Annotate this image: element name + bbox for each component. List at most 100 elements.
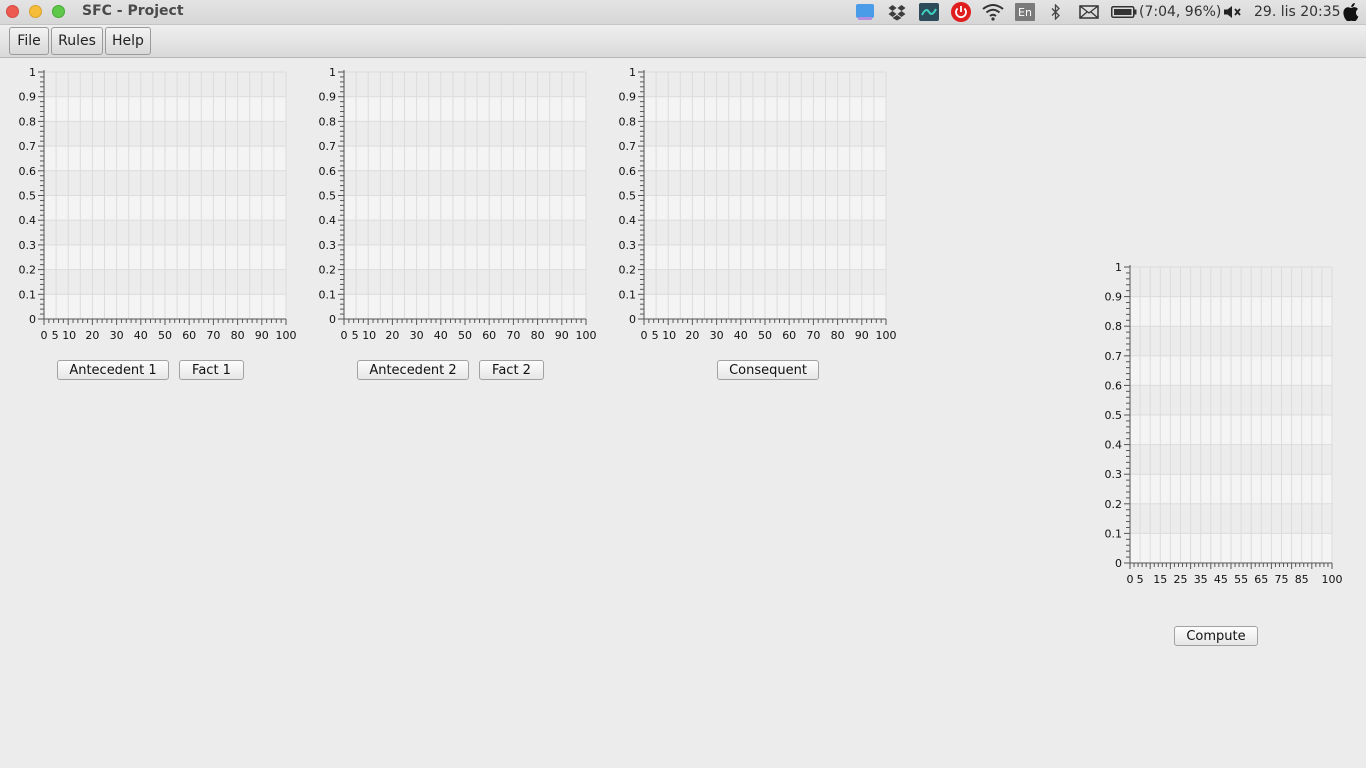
files-icon[interactable] (854, 0, 876, 24)
antecedent-1-button[interactable]: Antecedent 1 (57, 360, 169, 380)
window-title: SFC - Project (82, 3, 184, 19)
x-tick-label: 100 (1322, 573, 1343, 586)
power-icon[interactable] (950, 0, 972, 24)
x-tick-label: 50 (158, 329, 172, 342)
y-tick-label: 0.3 (619, 239, 637, 252)
apple-icon[interactable] (1342, 0, 1360, 24)
y-tick-label: 0.9 (319, 91, 337, 104)
battery-icon[interactable] (1111, 0, 1137, 24)
y-tick-label: 0.7 (319, 140, 337, 153)
y-tick-label: 0.8 (619, 115, 637, 128)
x-tick-label: 40 (134, 329, 148, 342)
x-tick-label: 35 (1194, 573, 1208, 586)
x-tick-label: 80 (531, 329, 545, 342)
consequent-chart: 00.10.20.30.40.50.60.70.80.910 5 10 20 30 40 5… (619, 66, 897, 342)
menu-rules[interactable]: Rules (51, 27, 103, 55)
x-tick-label: 40 (734, 329, 748, 342)
y-tick-label: 0 (1115, 557, 1122, 570)
x-tick-label: 5 (652, 329, 659, 342)
compute-button[interactable]: Compute (1174, 626, 1258, 646)
x-tick-label: 25 (1174, 573, 1188, 586)
x-tick-label: 30 (110, 329, 124, 342)
x-tick-label: 45 (1214, 573, 1228, 586)
minimize-window-button[interactable] (29, 5, 42, 18)
y-tick-label: 0.4 (19, 214, 37, 227)
y-tick-label: 0.4 (1105, 439, 1123, 452)
x-tick-label: 10 (362, 329, 376, 342)
x-tick-label: 90 (255, 329, 269, 342)
x-tick-label: 30 (710, 329, 724, 342)
fact-2-button[interactable]: Fact 2 (479, 360, 544, 380)
y-tick-label: 0.4 (619, 214, 637, 227)
y-tick-label: 0.3 (1105, 468, 1123, 481)
mail-icon[interactable] (1078, 0, 1100, 24)
volume-muted-icon[interactable] (1222, 0, 1244, 24)
x-tick-label: 65 (1254, 573, 1268, 586)
y-tick-label: 1 (629, 66, 636, 79)
y-tick-label: 0.8 (1105, 320, 1123, 333)
x-tick-label: 80 (231, 329, 245, 342)
x-tick-label: 60 (182, 329, 196, 342)
y-tick-label: 1 (329, 66, 336, 79)
menu-bar: File Rules Help (0, 25, 1366, 58)
menu-help[interactable]: Help (105, 27, 151, 55)
antecedent-2-button[interactable]: Antecedent 2 (357, 360, 469, 380)
y-tick-label: 0.1 (19, 288, 37, 301)
x-tick-label: 20 (85, 329, 99, 342)
y-tick-label: 0.1 (619, 288, 637, 301)
x-tick-label: 20 (385, 329, 399, 342)
bluetooth-icon[interactable] (1048, 0, 1064, 24)
y-tick-label: 0 (29, 313, 36, 326)
y-tick-label: 0.5 (319, 190, 337, 203)
x-tick-label: 75 (1275, 573, 1289, 586)
wifi-icon[interactable] (982, 0, 1004, 24)
y-tick-label: 0.5 (19, 190, 37, 203)
y-tick-label: 0.4 (319, 214, 337, 227)
y-tick-label: 0.9 (1105, 291, 1123, 304)
y-tick-label: 0.2 (319, 264, 337, 277)
result-chart: 00.10.20.30.40.50.60.70.80.910 5 15 25 35 45 5… (1105, 261, 1343, 586)
y-tick-label: 1 (1115, 261, 1122, 274)
title-bar: SFC - Project En (7:04, 96%) 29. lis 20:… (0, 0, 1366, 25)
x-tick-label: 40 (434, 329, 448, 342)
y-tick-label: 0 (329, 313, 336, 326)
x-tick-label: 5 (352, 329, 359, 342)
clock[interactable]: 29. lis 20:35 (1254, 0, 1341, 24)
y-tick-label: 0.2 (19, 264, 37, 277)
battery-status-text: (7:04, 96%) (1139, 4, 1222, 20)
dropbox-icon[interactable] (886, 0, 908, 24)
y-tick-label: 0.1 (1105, 527, 1123, 540)
x-tick-label: 10 (662, 329, 676, 342)
keyboard-icon[interactable]: En (1015, 0, 1035, 24)
y-tick-label: 0.8 (19, 115, 37, 128)
x-tick-label: 90 (855, 329, 869, 342)
monitor-icon[interactable] (918, 0, 940, 24)
x-tick-label: 85 (1295, 573, 1309, 586)
x-tick-label: 10 (62, 329, 76, 342)
y-tick-label: 0 (629, 313, 636, 326)
menu-file[interactable]: File (9, 27, 49, 55)
y-tick-label: 0.5 (619, 190, 637, 203)
y-tick-label: 0.7 (1105, 350, 1123, 363)
y-tick-label: 0.5 (1105, 409, 1123, 422)
consequent-button[interactable]: Consequent (717, 360, 819, 380)
x-tick-label: 70 (506, 329, 520, 342)
x-tick-label: 20 (685, 329, 699, 342)
x-tick-label: 5 (52, 329, 59, 342)
y-tick-label: 0.3 (319, 239, 337, 252)
x-tick-label: 30 (410, 329, 424, 342)
antecedent-2-chart: 00.10.20.30.40.50.60.70.80.910 5 10 20 30 40 5… (319, 66, 597, 342)
y-tick-label: 0.9 (19, 91, 37, 104)
x-tick-label: 90 (555, 329, 569, 342)
x-tick-label: 70 (206, 329, 220, 342)
x-tick-label: 0 (1127, 573, 1134, 586)
maximize-window-button[interactable] (52, 5, 65, 18)
y-tick-label: 0.7 (619, 140, 637, 153)
close-window-button[interactable] (6, 5, 19, 18)
y-tick-label: 1 (29, 66, 36, 79)
antecedent-1-chart: 00.10.20.30.40.50.60.70.80.910 5 10 20 30 40 5… (19, 66, 297, 342)
fact-1-button[interactable]: Fact 1 (179, 360, 244, 380)
x-tick-label: 15 (1153, 573, 1167, 586)
x-tick-label: 100 (276, 329, 297, 342)
x-tick-label: 0 (641, 329, 648, 342)
